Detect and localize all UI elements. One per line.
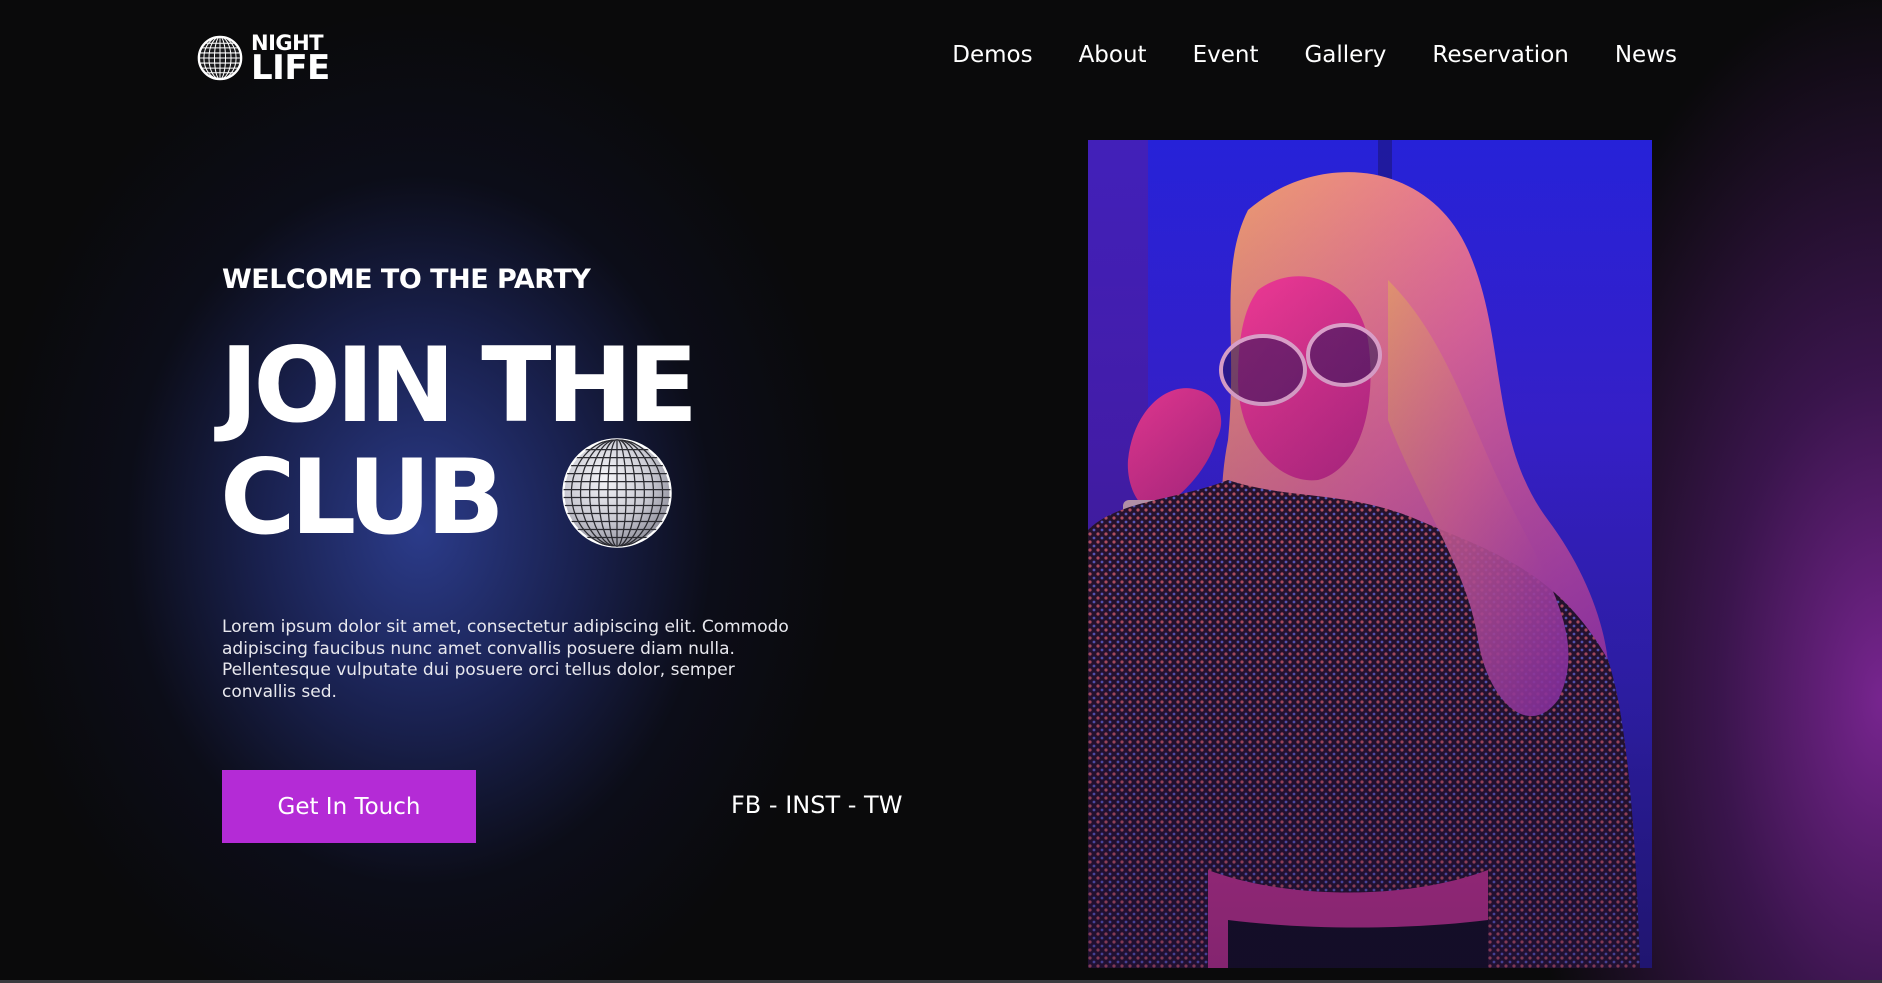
- main-nav: Demos About Event Gallery Reservation Ne…: [952, 42, 1677, 68]
- logo-line-2: LIFE: [251, 48, 330, 88]
- nav-item-demos[interactable]: Demos: [952, 42, 1032, 68]
- disco-ball-icon: [562, 438, 672, 548]
- hero-description: Lorem ipsum dolor sit amet, consectetur …: [222, 617, 789, 702]
- social-links[interactable]: FB - INST - TW: [731, 791, 902, 819]
- headline-line-1: JOIN THE: [220, 326, 698, 446]
- nav-item-news[interactable]: News: [1615, 42, 1677, 68]
- logo-wordmark: NIGHT LIFE: [251, 33, 330, 88]
- nav-item-about[interactable]: About: [1079, 42, 1147, 68]
- hero-photo: [1088, 140, 1652, 968]
- disco-ball-icon: [197, 35, 243, 81]
- get-in-touch-button[interactable]: Get In Touch: [222, 770, 476, 843]
- site-logo[interactable]: NIGHT LIFE: [197, 33, 330, 88]
- nav-item-gallery[interactable]: Gallery: [1304, 42, 1386, 68]
- nav-item-event[interactable]: Event: [1193, 42, 1259, 68]
- hero-eyebrow: WELCOME TO THE PARTY: [222, 264, 591, 295]
- nav-item-reservation[interactable]: Reservation: [1432, 42, 1568, 68]
